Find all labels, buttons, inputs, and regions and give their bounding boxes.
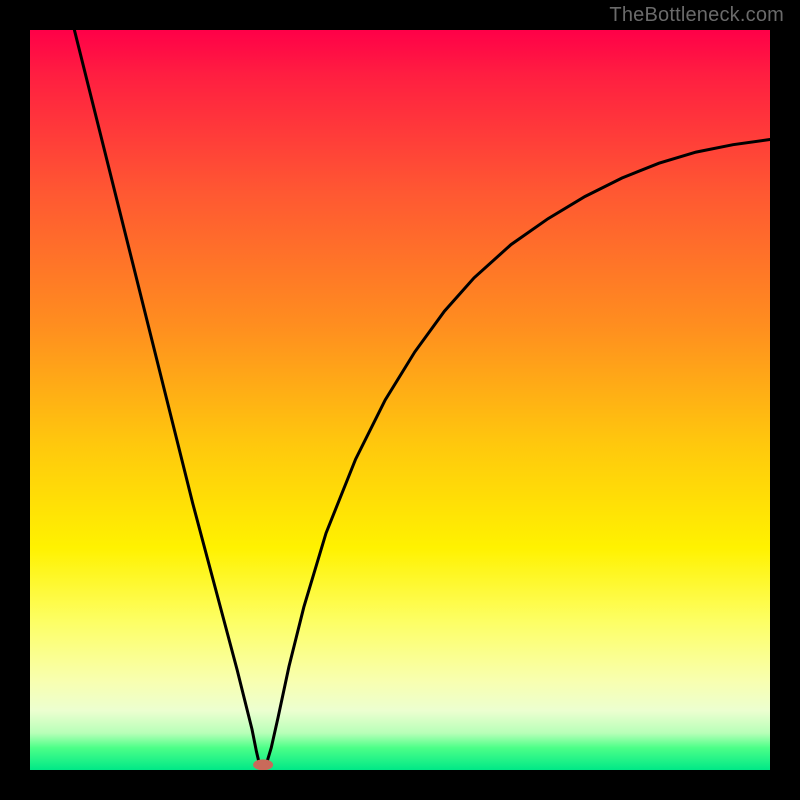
watermark-text: TheBottleneck.com	[609, 4, 784, 27]
plot-area	[30, 30, 770, 770]
right-branch-path	[267, 140, 770, 763]
bottleneck-curve	[30, 30, 770, 770]
chart-frame: TheBottleneck.com	[0, 0, 800, 800]
left-branch-path	[74, 30, 259, 764]
minimum-marker	[253, 759, 273, 770]
